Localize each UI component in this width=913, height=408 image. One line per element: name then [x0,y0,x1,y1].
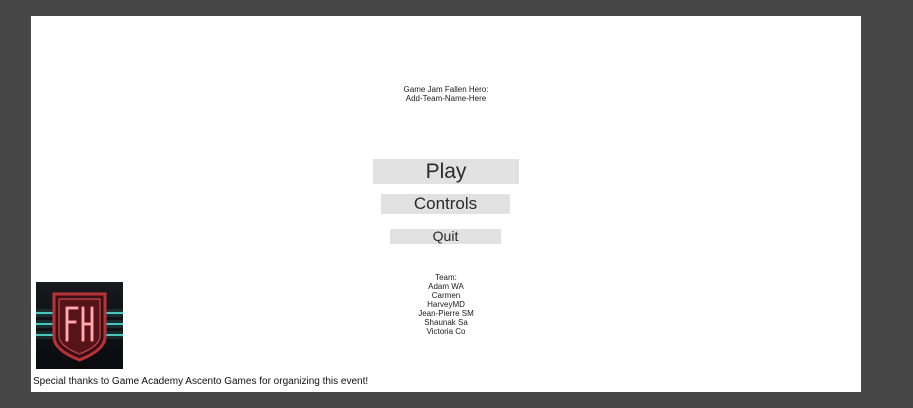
game-title: Game Jam Fallen Hero: Add-Team-Name-Here [31,85,861,103]
logo-graphic [36,282,123,369]
controls-button[interactable]: Controls [381,194,510,214]
play-button[interactable]: Play [373,159,519,184]
special-thanks-text: Special thanks to Game Academy Ascento G… [33,376,369,387]
game-viewport: Game Jam Fallen Hero: Add-Team-Name-Here… [31,16,861,392]
team-member: HarveyMD [427,300,465,309]
team-member: Adam WA [428,282,464,291]
team-member: Carmen [431,291,461,300]
team-member: Jean-Pierre SM [418,309,474,318]
team-member: Shaunak Sa [424,318,468,327]
game-title-line1: Game Jam Fallen Hero: [403,85,489,94]
quit-button[interactable]: Quit [390,229,501,244]
team-credits: Team: Adam WA Carmen HarveyMD Jean-Pierr… [31,273,861,336]
fallen-hero-shield-logo-icon [36,282,123,369]
team-member: Victoria Co [426,327,466,336]
team-heading: Team: [435,273,457,282]
game-title-line2: Add-Team-Name-Here [405,94,487,103]
